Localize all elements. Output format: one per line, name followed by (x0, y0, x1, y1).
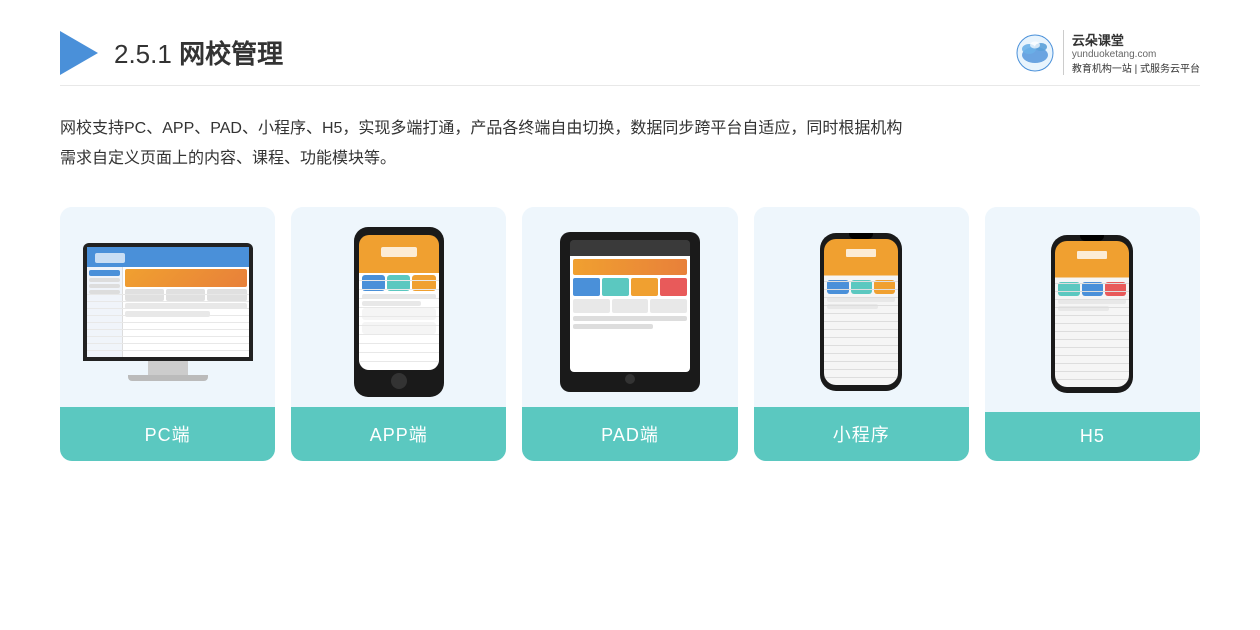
card-h5-label: H5 (985, 412, 1200, 461)
page-container: 2.5.1 网校管理 云朵课堂 yunduoketang.com (0, 0, 1260, 630)
phone-device-mini (820, 233, 902, 391)
card-miniprogram-label: 小程序 (754, 407, 969, 461)
logo-triangle-icon (60, 31, 98, 75)
phone-device-h5 (1051, 235, 1133, 393)
page-title: 2.5.1 网校管理 (114, 34, 283, 71)
card-miniprogram: 小程序 (754, 207, 969, 461)
header: 2.5.1 网校管理 云朵课堂 yunduoketang.com (60, 30, 1200, 86)
card-pc-label: PC端 (60, 407, 275, 461)
card-miniprogram-image (754, 207, 969, 407)
card-h5-image (985, 207, 1200, 412)
monitor-device (83, 243, 253, 381)
brand-text: 云朵课堂 yunduoketang.com 教育机构一站 | 式服务云平台 (1063, 30, 1200, 75)
card-app-image (291, 207, 506, 407)
brand-logo: 云朵课堂 yunduoketang.com 教育机构一站 | 式服务云平台 (1015, 30, 1200, 75)
card-pad-label: PAD端 (522, 407, 737, 461)
header-right: 云朵课堂 yunduoketang.com 教育机构一站 | 式服务云平台 (1015, 30, 1200, 75)
card-pad-image (522, 207, 737, 407)
card-app: APP端 (291, 207, 506, 461)
card-pad: PAD端 (522, 207, 737, 461)
header-left: 2.5.1 网校管理 (60, 31, 283, 75)
phone-device-app (354, 227, 444, 397)
brand-icon (1015, 33, 1055, 73)
card-app-label: APP端 (291, 407, 506, 461)
cards-grid: PC端 (60, 207, 1200, 461)
card-pc: PC端 (60, 207, 275, 461)
card-pc-image (60, 207, 275, 407)
description-text: 网校支持PC、APP、PAD、小程序、H5，实现多端打通，产品各终端自由切换，数… (60, 114, 1200, 175)
card-h5: H5 (985, 207, 1200, 461)
tablet-device (560, 232, 700, 392)
